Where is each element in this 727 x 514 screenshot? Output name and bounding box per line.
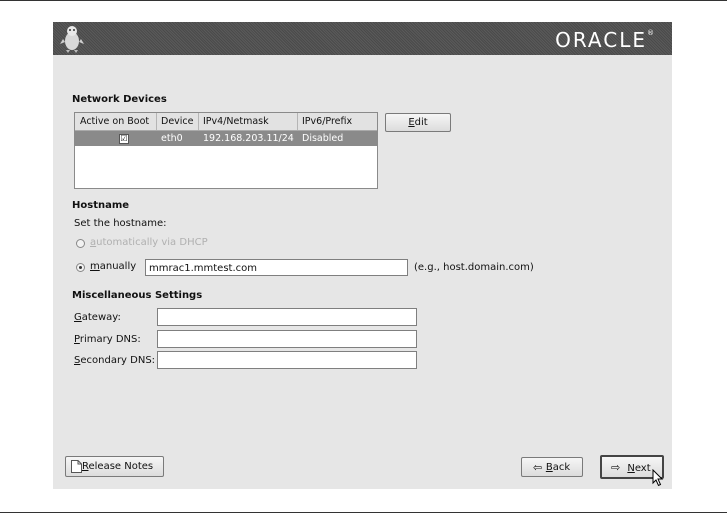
edit-button[interactable]: Edit: [385, 113, 451, 132]
gateway-label-text: ateway:: [81, 312, 121, 323]
device-cell: eth0: [161, 133, 183, 144]
column-divider: [156, 113, 157, 130]
penguin-icon: [60, 26, 84, 53]
table-row[interactable]: ☑ eth0 192.168.203.11/24 Disabled: [75, 131, 377, 146]
mouse-cursor-icon: [652, 469, 664, 487]
ipv4-cell: 192.168.203.11/24: [203, 133, 294, 144]
hostname-example: (e.g., host.domain.com): [414, 262, 534, 273]
manual-radio[interactable]: [76, 263, 85, 272]
auto-dhcp-radio[interactable]: [76, 239, 85, 248]
oracle-brand: ORACLE: [555, 28, 647, 52]
primary-dns-label: Primary DNS:: [74, 334, 141, 345]
column-divider: [198, 113, 199, 130]
auto-label-text: utomatically via DHCP: [96, 237, 208, 248]
installer-window: ORACLE® Network Devices Active on Boot D…: [53, 22, 672, 489]
top-rule: [0, 0, 727, 1]
gateway-label: Gateway:: [74, 312, 121, 323]
next-mnemonic: N: [627, 463, 635, 474]
manual-label-text: anually: [99, 261, 137, 272]
primary-dns-input[interactable]: [157, 330, 417, 348]
hostname-heading: Hostname: [72, 200, 130, 211]
oracle-logo: ORACLE®: [555, 28, 654, 52]
hostname-input[interactable]: mmrac1.mmtest.com: [145, 259, 408, 276]
gateway-mnemonic: G: [74, 312, 82, 323]
oracle-banner: ORACLE®: [53, 22, 672, 55]
back-label: ack: [552, 462, 571, 473]
secondary-dns-label: Secondary DNS:: [74, 355, 155, 366]
back-mnemonic: B: [545, 462, 553, 473]
manual-mnemonic: m: [90, 261, 100, 272]
next-arrow-icon: ⇨: [611, 461, 621, 474]
bottom-rule: [0, 512, 727, 513]
gateway-input[interactable]: [157, 308, 417, 326]
table-header: Active on Boot Device IPv4/Netmask IPv6/…: [75, 113, 377, 131]
column-divider: [297, 113, 298, 130]
column-header[interactable]: Active on Boot: [80, 116, 149, 127]
back-arrow-icon: ⇦: [533, 461, 543, 474]
network-devices-heading: Network Devices: [72, 94, 167, 105]
manual-label: manually: [90, 261, 136, 272]
document-icon: [71, 460, 82, 473]
edit-label: dit: [414, 117, 428, 128]
trademark-mark: ®: [647, 29, 654, 37]
secondary-dns-input[interactable]: [157, 351, 417, 369]
release-notes-label: elease Notes: [88, 461, 154, 472]
auto-dhcp-label: automatically via DHCP: [90, 237, 208, 248]
primary-dns-label-text: rimary DNS:: [79, 334, 141, 345]
column-header[interactable]: IPv4/Netmask: [203, 116, 269, 127]
active-on-boot-checkbox[interactable]: ☑: [119, 134, 129, 144]
column-header[interactable]: Device: [161, 116, 194, 127]
misc-settings-heading: Miscellaneous Settings: [72, 290, 203, 301]
secondary-dns-label-text: econdary DNS:: [80, 355, 156, 366]
hostname-prompt: Set the hostname:: [74, 218, 167, 229]
column-header[interactable]: IPv6/Prefix: [302, 116, 352, 127]
next-label: ext: [634, 463, 651, 474]
back-button[interactable]: ⇦ Back: [521, 457, 583, 477]
network-devices-table[interactable]: Active on Boot Device IPv4/Netmask IPv6/…: [74, 112, 378, 189]
release-notes-button[interactable]: Release Notes: [65, 456, 164, 477]
ipv6-cell: Disabled: [302, 133, 344, 144]
